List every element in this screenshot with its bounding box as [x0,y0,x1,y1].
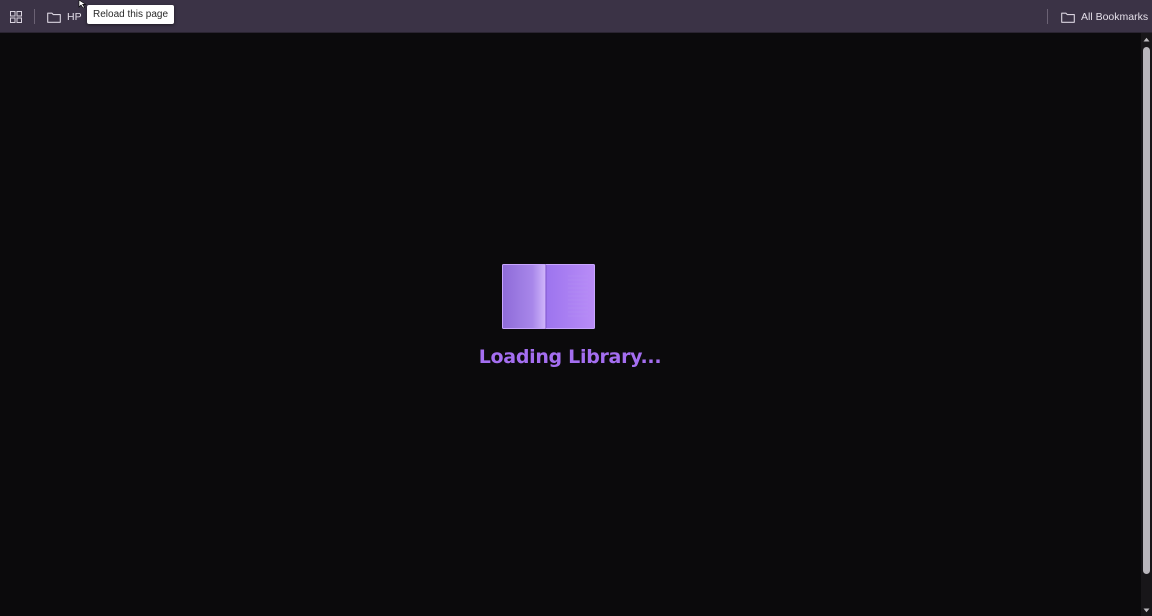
folder-icon [1061,12,1075,23]
reload-tooltip: Reload this page [87,5,175,24]
all-bookmarks-label: All Bookmarks [1081,11,1149,23]
scroll-down-button[interactable] [1141,604,1152,616]
folder-icon [47,12,61,23]
scroll-up-arrow-icon [1143,37,1150,41]
open-book-icon [502,264,595,329]
loading-message: Loading Library... [478,346,662,368]
bookmark-label: HP [67,11,82,23]
apps-grid-icon [10,11,22,23]
scroll-down-arrow-icon [1143,608,1150,612]
page-content: Loading Library... [0,33,1141,616]
bookmarks-divider [34,9,35,24]
bookmarks-divider [1047,9,1048,24]
all-bookmarks-button[interactable]: All Bookmarks [1061,7,1148,27]
bookmark-folder-hp[interactable]: HP [47,7,82,27]
vertical-scrollbar[interactable] [1141,33,1152,616]
scroll-up-button[interactable] [1141,33,1152,45]
apps-grid-button[interactable] [6,7,26,27]
scrollbar-thumb[interactable] [1143,47,1150,574]
